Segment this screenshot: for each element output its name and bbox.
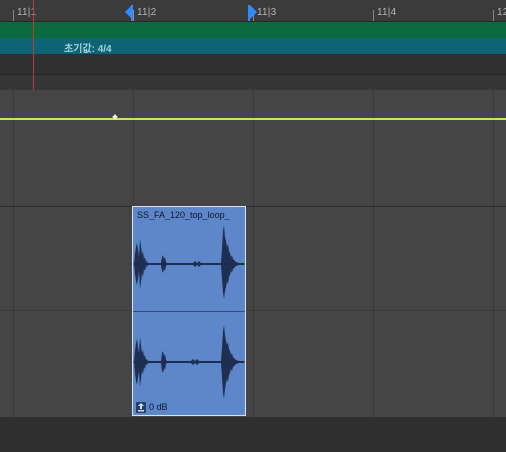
region-gain[interactable]: 0 dB (136, 401, 168, 413)
bar-ruler[interactable]: 11|1 11|2 11|3 11|4 12 (0, 0, 506, 22)
waveform-right-channel (133, 325, 245, 399)
automation-line[interactable] (0, 118, 506, 120)
marker-track[interactable] (0, 54, 506, 74)
grid-line (493, 207, 494, 417)
ruler-tick (13, 10, 14, 21)
ruler-tick (493, 10, 494, 21)
bar-label-11-3: 11|3 (257, 7, 277, 18)
grid-line (373, 207, 374, 417)
lane-divider (0, 310, 506, 311)
tracks-area-header (0, 74, 506, 91)
grid-line (253, 90, 254, 206)
grid-line (13, 90, 14, 206)
grid-line (493, 90, 494, 206)
playhead[interactable] (33, 0, 34, 90)
track-lane-1[interactable] (0, 90, 506, 207)
gain-value: 0 dB (149, 402, 168, 412)
grid-line (13, 207, 14, 417)
track-lane-2[interactable] (0, 207, 506, 417)
grid-line (373, 90, 374, 206)
signature-track[interactable]: 초기값: 4/4 (0, 38, 506, 55)
bar-label-11-4: 11|4 (377, 7, 397, 18)
bar-label-12: 12 (497, 7, 506, 18)
bar-label-11-2: 11|2 (137, 7, 157, 18)
signature-label: 초기값: 4/4 (64, 44, 112, 55)
tempo-track[interactable] (0, 22, 506, 38)
left-locator-stem (131, 5, 133, 21)
audio-region[interactable]: SS_FA_120_top_loop_ 0 dB (132, 206, 246, 416)
grid-line (253, 207, 254, 417)
gain-icon (136, 401, 146, 413)
ruler-tick (373, 10, 374, 21)
empty-track-area[interactable] (0, 417, 506, 452)
grid-line (133, 90, 134, 206)
channel-divider (133, 311, 245, 312)
right-locator-icon[interactable] (250, 5, 257, 19)
ruler-tick (133, 10, 134, 21)
waveform-left-channel (133, 225, 245, 299)
